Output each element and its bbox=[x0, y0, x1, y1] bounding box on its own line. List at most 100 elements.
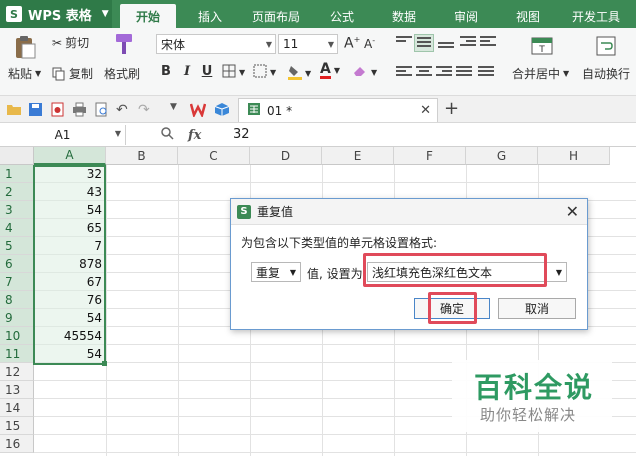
cell-a10[interactable]: 45554 bbox=[34, 327, 105, 345]
format-painter-icon[interactable] bbox=[110, 32, 138, 58]
document-tab[interactable]: 01 * ✕ bbox=[238, 98, 438, 122]
wps-w-logo-icon[interactable] bbox=[189, 102, 207, 119]
row-header-4[interactable]: 4 bbox=[0, 219, 34, 237]
column-header-a[interactable]: A bbox=[34, 147, 106, 165]
increase-font-button[interactable]: A+ bbox=[344, 35, 360, 52]
align-right-icon[interactable] bbox=[436, 66, 452, 80]
name-box[interactable]: A1 ▼ bbox=[0, 125, 126, 145]
clear-format-button[interactable]: ▼ bbox=[352, 64, 377, 81]
close-icon[interactable]: ✕ bbox=[566, 202, 579, 221]
cell-a4[interactable]: 65 bbox=[34, 219, 105, 237]
tab-home[interactable]: 开始 bbox=[120, 4, 176, 28]
save-icon[interactable] bbox=[28, 102, 44, 117]
tab-page-layout[interactable]: 页面布局 bbox=[244, 4, 308, 28]
cell-a6[interactable]: 878 bbox=[34, 255, 105, 273]
cell-a5[interactable]: 7 bbox=[34, 237, 105, 255]
row-header-16[interactable]: 16 bbox=[0, 435, 34, 453]
row-header-8[interactable]: 8 bbox=[0, 291, 34, 309]
new-tab-icon[interactable]: + bbox=[444, 98, 459, 119]
row-header-9[interactable]: 9 bbox=[0, 309, 34, 327]
open-folder-icon[interactable] bbox=[6, 102, 22, 117]
tab-view[interactable]: 视图 bbox=[502, 4, 554, 28]
app-menu-button[interactable]: S WPS 表格 ▼ bbox=[0, 0, 112, 28]
wrap-text-icon[interactable] bbox=[594, 34, 622, 60]
undo-icon[interactable]: ↶ bbox=[116, 102, 132, 118]
row-header-3[interactable]: 3 bbox=[0, 201, 34, 219]
merge-center-icon[interactable]: T bbox=[530, 34, 558, 60]
bold-button[interactable]: B bbox=[157, 64, 175, 79]
decrease-font-button[interactable]: A- bbox=[364, 36, 375, 51]
row-header-2[interactable]: 2 bbox=[0, 183, 34, 201]
cell-a8[interactable]: 76 bbox=[34, 291, 105, 309]
cell-a11[interactable]: 54 bbox=[34, 345, 105, 363]
column-header-b[interactable]: B bbox=[106, 147, 178, 165]
column-header-e[interactable]: E bbox=[322, 147, 394, 165]
copy-button[interactable]: 复制 bbox=[52, 65, 93, 82]
justify-icon[interactable] bbox=[456, 66, 472, 80]
underline-button[interactable]: U bbox=[198, 64, 216, 79]
increase-indent-icon[interactable] bbox=[480, 36, 496, 50]
font-color-button[interactable]: A ▼ bbox=[320, 62, 340, 79]
format-painter-button[interactable]: 格式刷 bbox=[104, 65, 140, 82]
borders-button[interactable]: ▼ bbox=[222, 64, 245, 81]
cell-a3[interactable]: 54 bbox=[34, 201, 105, 219]
row-header-1[interactable]: 1 bbox=[0, 165, 34, 183]
cell-a2[interactable]: 43 bbox=[34, 183, 105, 201]
row-header-7[interactable]: 7 bbox=[0, 273, 34, 291]
align-bottom-icon[interactable] bbox=[438, 36, 454, 50]
row-header-10[interactable]: 10 bbox=[0, 327, 34, 345]
row-header-5[interactable]: 5 bbox=[0, 237, 34, 255]
decrease-indent-icon[interactable] bbox=[460, 36, 476, 50]
italic-button[interactable]: I bbox=[178, 64, 196, 79]
column-header-f[interactable]: F bbox=[394, 147, 466, 165]
row-header-13[interactable]: 13 bbox=[0, 381, 34, 399]
cell-a9[interactable]: 54 bbox=[34, 309, 105, 327]
print-icon[interactable] bbox=[72, 102, 88, 117]
paste-icon[interactable] bbox=[12, 34, 40, 60]
redo-icon[interactable]: ↷ bbox=[138, 102, 154, 118]
row-header-12[interactable]: 12 bbox=[0, 363, 34, 381]
row-header-15[interactable]: 15 bbox=[0, 417, 34, 435]
row-header-6[interactable]: 6 bbox=[0, 255, 34, 273]
cloud-cube-icon[interactable] bbox=[214, 102, 230, 117]
merge-center-button[interactable]: 合并居中 ▼ bbox=[512, 65, 569, 82]
formula-input[interactable]: 32 bbox=[233, 127, 250, 142]
align-left-icon[interactable] bbox=[396, 66, 412, 80]
align-middle-icon[interactable] bbox=[414, 34, 434, 52]
column-header-c[interactable]: C bbox=[178, 147, 250, 165]
font-size-select[interactable]: 11 ▼ bbox=[278, 34, 338, 54]
distributed-icon[interactable] bbox=[478, 66, 494, 80]
export-pdf-icon[interactable] bbox=[50, 102, 66, 117]
ok-highlight-box bbox=[428, 292, 477, 324]
print-preview-icon[interactable] bbox=[94, 102, 110, 117]
customize-toolbar-icon[interactable]: ▼ bbox=[170, 102, 186, 117]
wrap-text-button[interactable]: 自动换行 bbox=[582, 65, 630, 82]
tab-data[interactable]: 数据 bbox=[378, 4, 430, 28]
row-header-14[interactable]: 14 bbox=[0, 399, 34, 417]
tab-review[interactable]: 审阅 bbox=[440, 4, 492, 28]
align-top-icon[interactable] bbox=[396, 36, 412, 50]
cell-style-button[interactable]: ▼ bbox=[253, 64, 276, 81]
align-center-icon[interactable] bbox=[416, 66, 432, 80]
fill-handle[interactable] bbox=[102, 361, 107, 366]
fill-color-button[interactable]: ▼ bbox=[288, 64, 311, 83]
cell-a1[interactable]: 32 bbox=[34, 165, 105, 183]
cell-a7[interactable]: 67 bbox=[34, 273, 105, 291]
tab-insert[interactable]: 插入 bbox=[184, 4, 236, 28]
paste-button[interactable]: 粘贴 ▼ bbox=[8, 65, 41, 82]
value-type-select[interactable]: 重复 ▼ bbox=[251, 262, 301, 282]
cancel-button[interactable]: 取消 bbox=[498, 298, 576, 319]
select-all-corner[interactable] bbox=[0, 147, 34, 165]
close-tab-icon[interactable]: ✕ bbox=[420, 103, 431, 118]
font-name-select[interactable]: 宋体 ▼ bbox=[156, 34, 276, 54]
row-header-11[interactable]: 11 bbox=[0, 345, 34, 363]
cut-button[interactable]: ✂ 剪切 bbox=[52, 34, 89, 51]
tab-formulas[interactable]: 公式 bbox=[316, 4, 368, 28]
chevron-down-icon: ▼ bbox=[35, 69, 42, 78]
tab-developer[interactable]: 开发工具 bbox=[564, 4, 628, 28]
column-header-h[interactable]: H bbox=[538, 147, 610, 165]
column-header-d[interactable]: D bbox=[250, 147, 322, 165]
column-header-g[interactable]: G bbox=[466, 147, 538, 165]
insert-function-icon[interactable]: fx bbox=[188, 128, 201, 143]
zoom-search-icon[interactable] bbox=[160, 126, 174, 144]
